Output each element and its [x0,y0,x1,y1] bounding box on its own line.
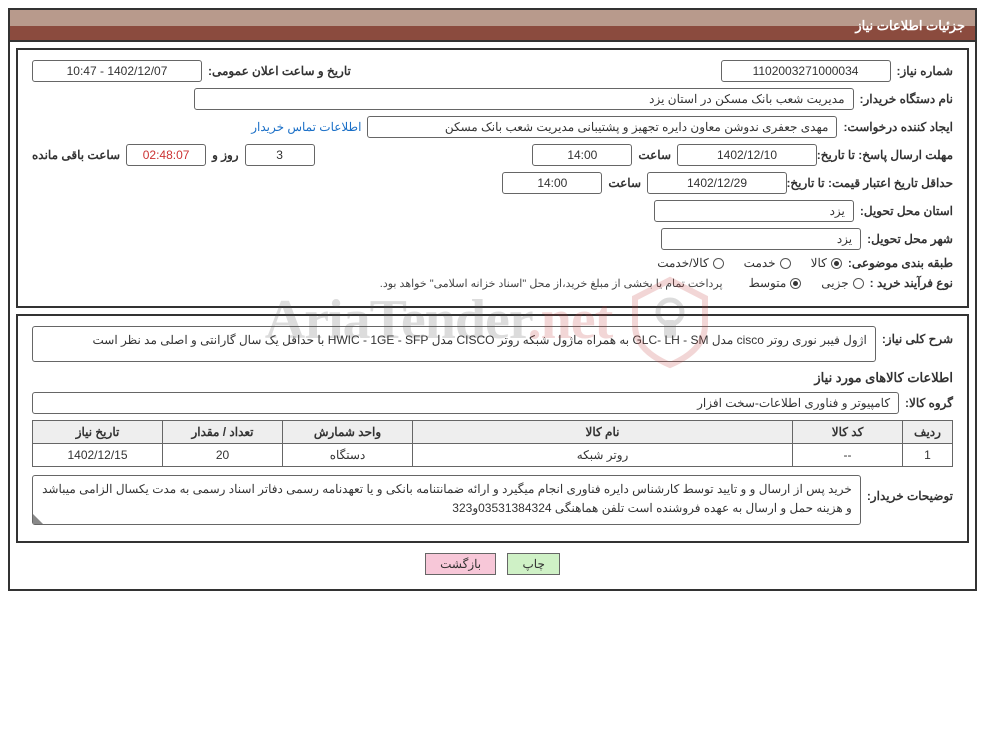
items-heading: اطلاعات کالاهای مورد نیاز [32,370,953,386]
deadline-label: مهلت ارسال پاسخ: تا تاریخ: [823,148,953,162]
requester-label: ایجاد کننده درخواست: [843,120,953,134]
radio-small[interactable]: جزیی [821,276,863,290]
cell-row: 1 [903,444,953,467]
radio-both-label: کالا/خدمت [657,256,708,270]
validity-date: 1402/12/29 [647,172,787,194]
radio-icon [790,278,801,289]
cell-name: روتر شبکه [413,444,793,467]
radio-goods-label: کالا [811,256,827,270]
need-details-section: شرح کلی نیاز: اژول فیبر نوری روتر cisco … [16,314,969,543]
radio-service-label: خدمت [744,256,776,270]
buyer-org-label: نام دستگاه خریدار: [860,92,954,106]
radio-goods[interactable]: کالا [811,256,842,270]
th-unit: واحد شمارش [283,421,413,444]
th-code: کد کالا [793,421,903,444]
cell-qty: 20 [163,444,283,467]
radio-icon [853,278,864,289]
deadline-date: 1402/12/10 [677,144,817,166]
validity-label: حداقل تاریخ اعتبار قیمت: تا تاریخ: [793,176,953,190]
radio-icon [780,258,791,269]
th-name: نام کالا [413,421,793,444]
need-no-value: 1102003271000034 [721,60,891,82]
th-qty: تعداد / مقدار [163,421,283,444]
remain-text: ساعت باقی مانده [32,148,120,162]
subject-type-label: طبقه بندی موضوعی: [848,256,953,270]
group-label: گروه کالا: [905,396,953,410]
radio-icon [713,258,724,269]
general-need-label: شرح کلی نیاز: [882,326,953,346]
purchase-type-label: نوع فرآیند خرید : [870,276,953,290]
province-value: یزد [654,200,854,222]
countdown: 02:48:07 [126,144,206,166]
purchase-note: پرداخت تمام یا بخشی از مبلغ خرید،از محل … [380,277,723,290]
city-label: شهر محل تحویل: [867,232,953,246]
buyer-desc-label: توضیحات خریدار: [867,475,953,503]
validity-time: 14:00 [502,172,602,194]
items-table: ردیف کد کالا نام کالا واحد شمارش تعداد /… [32,420,953,467]
time-label: ساعت [638,148,671,162]
radio-small-label: جزیی [821,276,848,290]
buyer-org-value: مدیریت شعب بانک مسکن در استان یزد [194,88,854,110]
th-date: تاریخ نیاز [33,421,163,444]
buyer-contact-link[interactable]: اطلاعات تماس خریدار [251,120,361,134]
cell-code: -- [793,444,903,467]
radio-medium-label: متوسط [749,276,787,290]
buyer-desc-text: خرید پس از ارسال و و تایید توسط کارشناس … [32,475,861,525]
radio-icon [831,258,842,269]
announce-value: 1402/12/07 - 10:47 [32,60,202,82]
need-info-section: شماره نیاز: 1102003271000034 تاریخ و ساع… [16,48,969,308]
days-left: 3 [245,144,315,166]
print-button[interactable]: چاپ [507,553,559,575]
requester-value: مهدی جعفری ندوشن معاون دایره تجهیز و پشت… [367,116,837,138]
radio-medium[interactable]: متوسط [749,276,802,290]
group-value: کامپیوتر و فناوری اطلاعات-سخت افزار [32,392,899,414]
cell-date: 1402/12/15 [33,444,163,467]
resize-handle-icon [33,514,43,524]
radio-service[interactable]: خدمت [744,256,791,270]
th-row: ردیف [903,421,953,444]
radio-both[interactable]: کالا/خدمت [657,256,723,270]
general-need-text: اژول فیبر نوری روتر cisco مدل GLC- LH - … [32,326,876,362]
page-title: جزئیات اطلاعات نیاز [855,18,965,34]
table-row: 1 -- روتر شبکه دستگاه 20 1402/12/15 [33,444,953,467]
cell-unit: دستگاه [283,444,413,467]
province-label: استان محل تحویل: [860,204,953,218]
city-value: یزد [661,228,861,250]
back-button[interactable]: بازگشت [425,553,496,575]
deadline-time: 14:00 [532,144,632,166]
time-label-2: ساعت [608,176,641,190]
days-word: روز و [212,148,239,162]
announce-label: تاریخ و ساعت اعلان عمومی: [208,64,351,78]
need-no-label: شماره نیاز: [897,64,953,78]
